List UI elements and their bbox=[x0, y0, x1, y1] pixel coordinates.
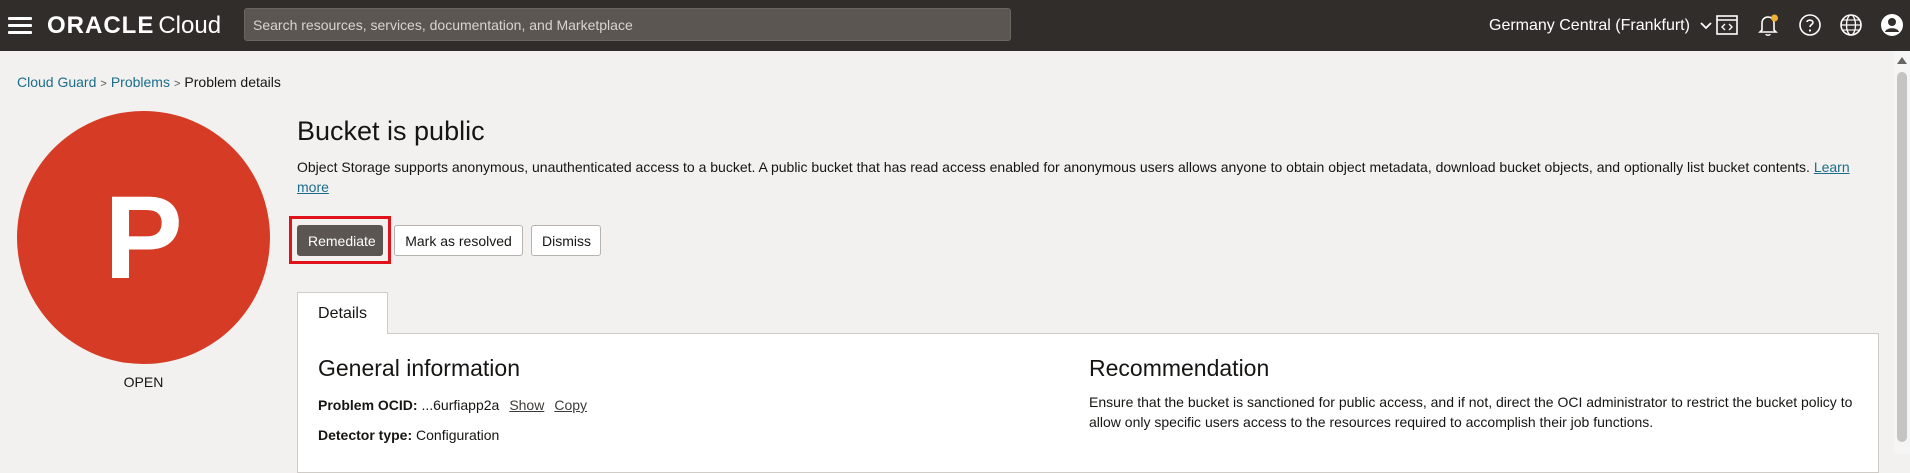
code-editor-icon[interactable] bbox=[1714, 12, 1740, 38]
top-navigation-bar: ORACLE Cloud Search resources, services, … bbox=[0, 0, 1910, 51]
detector-type-field: Detector type: Configuration bbox=[318, 427, 499, 443]
menu-icon[interactable] bbox=[8, 14, 32, 36]
ocid-show-link[interactable]: Show bbox=[509, 397, 544, 413]
problem-avatar: P bbox=[17, 111, 270, 364]
ocid-copy-link[interactable]: Copy bbox=[554, 397, 587, 413]
scroll-up-arrow-icon[interactable] bbox=[1897, 57, 1907, 64]
oracle-cloud-logo[interactable]: ORACLE Cloud bbox=[47, 12, 221, 40]
region-selector[interactable]: Germany Central (Frankfurt) bbox=[1489, 0, 1713, 51]
bell-icon[interactable] bbox=[1755, 12, 1781, 38]
problem-ocid-value: ...6urfiapp2a bbox=[421, 397, 500, 413]
problem-description: Object Storage supports anonymous, unaut… bbox=[297, 157, 1877, 197]
scrollbar-thumb[interactable] bbox=[1897, 72, 1907, 442]
detector-type-value: Configuration bbox=[416, 427, 500, 443]
detector-type-label: Detector type: bbox=[318, 427, 413, 443]
breadcrumb-cloud-guard[interactable]: Cloud Guard bbox=[17, 74, 96, 90]
mark-as-resolved-button[interactable]: Mark as resolved bbox=[394, 225, 523, 256]
problem-ocid-field: Problem OCID: ...6urfiapp2a Show Copy bbox=[318, 397, 587, 413]
breadcrumb-current: Problem details bbox=[184, 74, 281, 90]
recommendation-text: Ensure that the bucket is sanctioned for… bbox=[1089, 394, 1853, 430]
breadcrumb-separator-icon: > bbox=[100, 78, 107, 90]
region-label: Germany Central (Frankfurt) bbox=[1489, 17, 1690, 34]
product-name: Cloud bbox=[158, 12, 222, 39]
description-text: Object Storage supports anonymous, unaut… bbox=[297, 159, 1810, 175]
search-input[interactable]: Search resources, services, documentatio… bbox=[244, 8, 1011, 41]
remediate-button[interactable]: Remediate bbox=[297, 225, 383, 256]
breadcrumb-separator-icon: > bbox=[173, 78, 181, 90]
breadcrumb: Cloud Guard > Problems > Problem details bbox=[17, 74, 281, 90]
dismiss-button[interactable]: Dismiss bbox=[531, 225, 601, 256]
chevron-down-icon bbox=[1700, 0, 1713, 51]
globe-icon[interactable] bbox=[1838, 12, 1864, 38]
problem-status: OPEN bbox=[123, 374, 164, 390]
brand-name: ORACLE bbox=[47, 12, 155, 39]
tab-details[interactable]: Details bbox=[297, 292, 388, 334]
recommendation-heading: Recommendation bbox=[1089, 355, 1270, 381]
page-title: Bucket is public bbox=[297, 116, 485, 146]
problem-ocid-label: Problem OCID: bbox=[318, 397, 418, 413]
help-icon[interactable] bbox=[1797, 12, 1823, 38]
breadcrumb-problems[interactable]: Problems bbox=[111, 74, 170, 90]
user-icon[interactable] bbox=[1879, 12, 1905, 38]
general-information-heading: General information bbox=[318, 355, 520, 381]
